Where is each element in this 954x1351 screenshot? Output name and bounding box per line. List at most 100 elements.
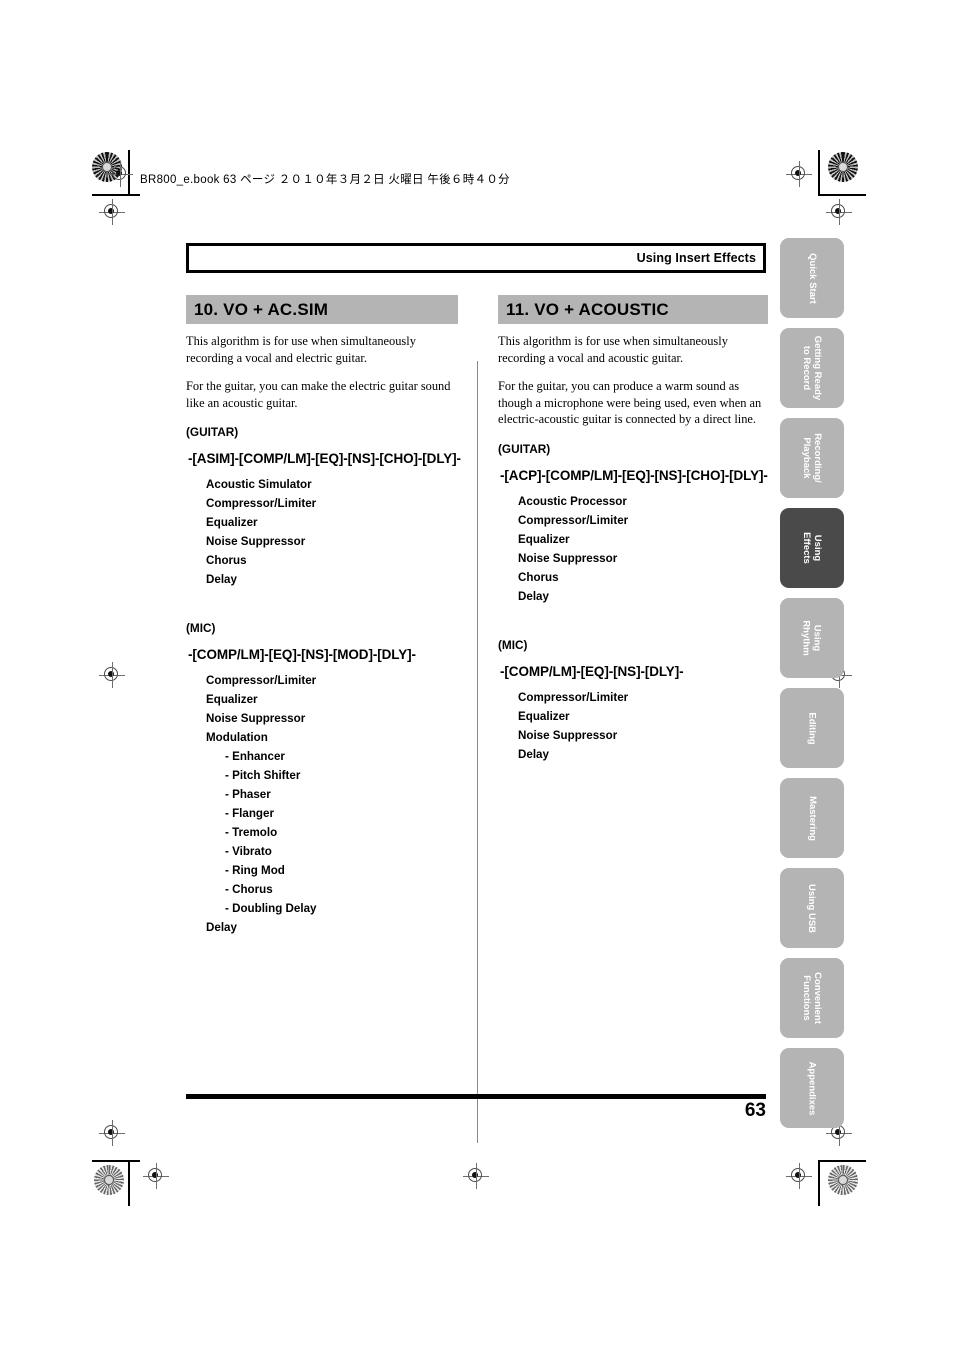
tab-getting-ready-to-record[interactable]: Getting Ready to Record — [780, 328, 844, 408]
effect-item: Compressor/Limiter — [518, 690, 629, 704]
effect-subitem: - Pitch Shifter — [225, 769, 301, 783]
group-label-mic: (MIC) — [498, 637, 528, 652]
effect-list-mic: Compressor/Limiter Equalizer Noise Suppr… — [186, 671, 458, 937]
effect-subitem: - Vibrato — [225, 845, 272, 859]
print-rosette-top-right — [828, 152, 858, 182]
effect-subitem: - Tremolo — [225, 826, 278, 840]
tab-using-rhythm[interactable]: Using Rhythm — [780, 598, 844, 678]
effect-item: Chorus — [518, 570, 559, 584]
tab-label: Using Effects — [801, 532, 823, 564]
tab-mastering[interactable]: Mastering — [780, 778, 844, 858]
section-title: 10. VO + AC.SIM — [194, 299, 329, 319]
tab-appendixes[interactable]: Appendixes — [780, 1048, 844, 1128]
effect-item: Equalizer — [518, 532, 570, 546]
group-label-guitar: (GUITAR) — [498, 441, 551, 456]
registration-mark-bottom-left — [143, 1163, 169, 1189]
intro-paragraph: This algorithm is for use when simultane… — [498, 334, 728, 365]
effect-list-guitar: Acoustic Processor Compressor/Limiter Eq… — [498, 492, 768, 606]
intro-paragraph: For the guitar, you can produce a warm s… — [498, 379, 762, 427]
effect-subitem: - Ring Mod — [225, 864, 285, 878]
book-slug-line: BR800_e.book 63 ページ ２０１０年３月２日 火曜日 午後６時４０… — [140, 174, 510, 186]
effect-subitem: - Phaser — [225, 788, 271, 802]
crop-mark-top-left-v — [92, 194, 140, 196]
registration-mark-right-top — [786, 161, 812, 187]
tab-label: Using Rhythm — [801, 620, 823, 656]
effect-item: Noise Suppressor — [206, 712, 306, 726]
column-left: 10. VO + AC.SIM This algorithm is for us… — [186, 295, 476, 937]
tab-label: Appendixes — [806, 1061, 818, 1115]
effect-item: Compressor/Limiter — [206, 497, 317, 511]
effect-item: Noise Suppressor — [518, 551, 618, 565]
crop-mark-top-right-v — [818, 150, 820, 196]
section-header-left: 10. VO + AC.SIM — [186, 295, 458, 324]
effect-item: Chorus — [206, 554, 247, 568]
tab-label: Editing — [806, 711, 818, 745]
tab-label: Quick Start — [806, 252, 818, 304]
registration-mark-left-bottom — [99, 1120, 125, 1146]
tab-editing[interactable]: Editing — [780, 688, 844, 768]
effect-chain-guitar: -[ASIM]-[COMP/LM]-[EQ]-[NS]-[CHO]-[DLY]- — [188, 451, 461, 467]
registration-mark-right-upper — [826, 199, 852, 225]
tab-label: Mastering — [806, 795, 818, 841]
effect-chain-guitar: -[ACP]-[COMP/LM]-[EQ]-[NS]-[CHO]-[DLY]- — [500, 467, 768, 483]
column-divider — [477, 361, 478, 1143]
section-header-right: 11. VO + ACOUSTIC — [498, 295, 768, 324]
effect-item: Delay — [518, 589, 549, 603]
running-head-title: Using Insert Effects — [636, 251, 756, 265]
intro-paragraph: For the guitar, you can make the electri… — [186, 379, 451, 410]
effect-item: Acoustic Simulator — [206, 478, 312, 492]
column-right: 11. VO + ACOUSTIC This algorithm is for … — [476, 295, 768, 937]
tab-recording-playback[interactable]: Recording/Playback — [780, 418, 844, 498]
effect-chain-mic: -[COMP/LM]-[EQ]-[NS]-[MOD]-[DLY]- — [188, 647, 416, 663]
effect-subitem: - Enhancer — [225, 750, 285, 764]
tab-convenient-functions[interactable]: Convenient Functions — [780, 958, 844, 1038]
effect-list-mic: Compressor/Limiter Equalizer Noise Suppr… — [498, 688, 768, 764]
crop-mark-bottom-left-v — [128, 1160, 130, 1206]
effect-subitem: - Flanger — [225, 807, 274, 821]
effect-item: Noise Suppressor — [518, 728, 618, 742]
effect-item: Equalizer — [518, 709, 570, 723]
registration-mark-bottom-right — [786, 1163, 812, 1189]
effect-item: Noise Suppressor — [206, 535, 306, 549]
group-label-guitar: (GUITAR) — [186, 425, 239, 440]
intro-paragraph: This algorithm is for use when simultane… — [186, 334, 416, 365]
tab-label: Getting Ready to Record — [801, 335, 823, 401]
effect-chain-mic: -[COMP/LM]-[EQ]-[NS]-[DLY]- — [500, 663, 684, 679]
registration-mark-left-middle — [99, 662, 125, 688]
two-column-body: 10. VO + AC.SIM This algorithm is for us… — [186, 295, 768, 1143]
side-index-tabs: Quick Start Getting Ready to Record Recor… — [780, 238, 844, 1138]
page-number: 63 — [744, 1100, 766, 1121]
registration-mark-bottom-center — [463, 1163, 489, 1189]
effect-item: Modulation — [206, 731, 268, 745]
footer-rule — [186, 1094, 766, 1099]
effect-item: Equalizer — [206, 516, 258, 530]
tab-label: Using USB — [806, 883, 818, 933]
section-title: 11. VO + ACOUSTIC — [506, 299, 669, 319]
crop-mark-bottom-right-v — [818, 1160, 820, 1206]
crop-mark-bottom-left-h — [92, 1160, 140, 1162]
effect-item: Compressor/Limiter — [206, 674, 317, 688]
crop-mark-bottom-right-h — [818, 1160, 866, 1162]
effect-item: Compressor/Limiter — [518, 513, 629, 527]
effect-item: Delay — [206, 573, 237, 587]
registration-mark-top-slug — [107, 161, 133, 187]
tab-label: Convenient Functions — [800, 972, 823, 1024]
effect-list-guitar: Acoustic Simulator Compressor/Limiter Eq… — [186, 475, 458, 589]
effect-item: Delay — [518, 747, 549, 761]
effect-item: Equalizer — [206, 693, 258, 707]
effect-item: Acoustic Processor — [518, 494, 627, 508]
print-rosette-bottom-right — [828, 1165, 858, 1195]
tab-using-usb[interactable]: Using USB — [780, 868, 844, 948]
crop-mark-top-right-h — [818, 194, 866, 196]
page-content: Using Insert Effects 10. VO + AC.SIM Thi… — [186, 243, 768, 1143]
tab-quick-start[interactable]: Quick Start — [780, 238, 844, 318]
running-head: Using Insert Effects — [186, 243, 766, 273]
effect-item: Delay — [206, 921, 237, 935]
tab-using-effects[interactable]: Using Effects — [780, 508, 844, 588]
effect-subitem: - Chorus — [225, 883, 273, 897]
registration-mark-left-top — [99, 199, 125, 225]
group-label-mic: (MIC) — [186, 621, 216, 636]
print-rosette-bottom-left — [94, 1165, 124, 1195]
